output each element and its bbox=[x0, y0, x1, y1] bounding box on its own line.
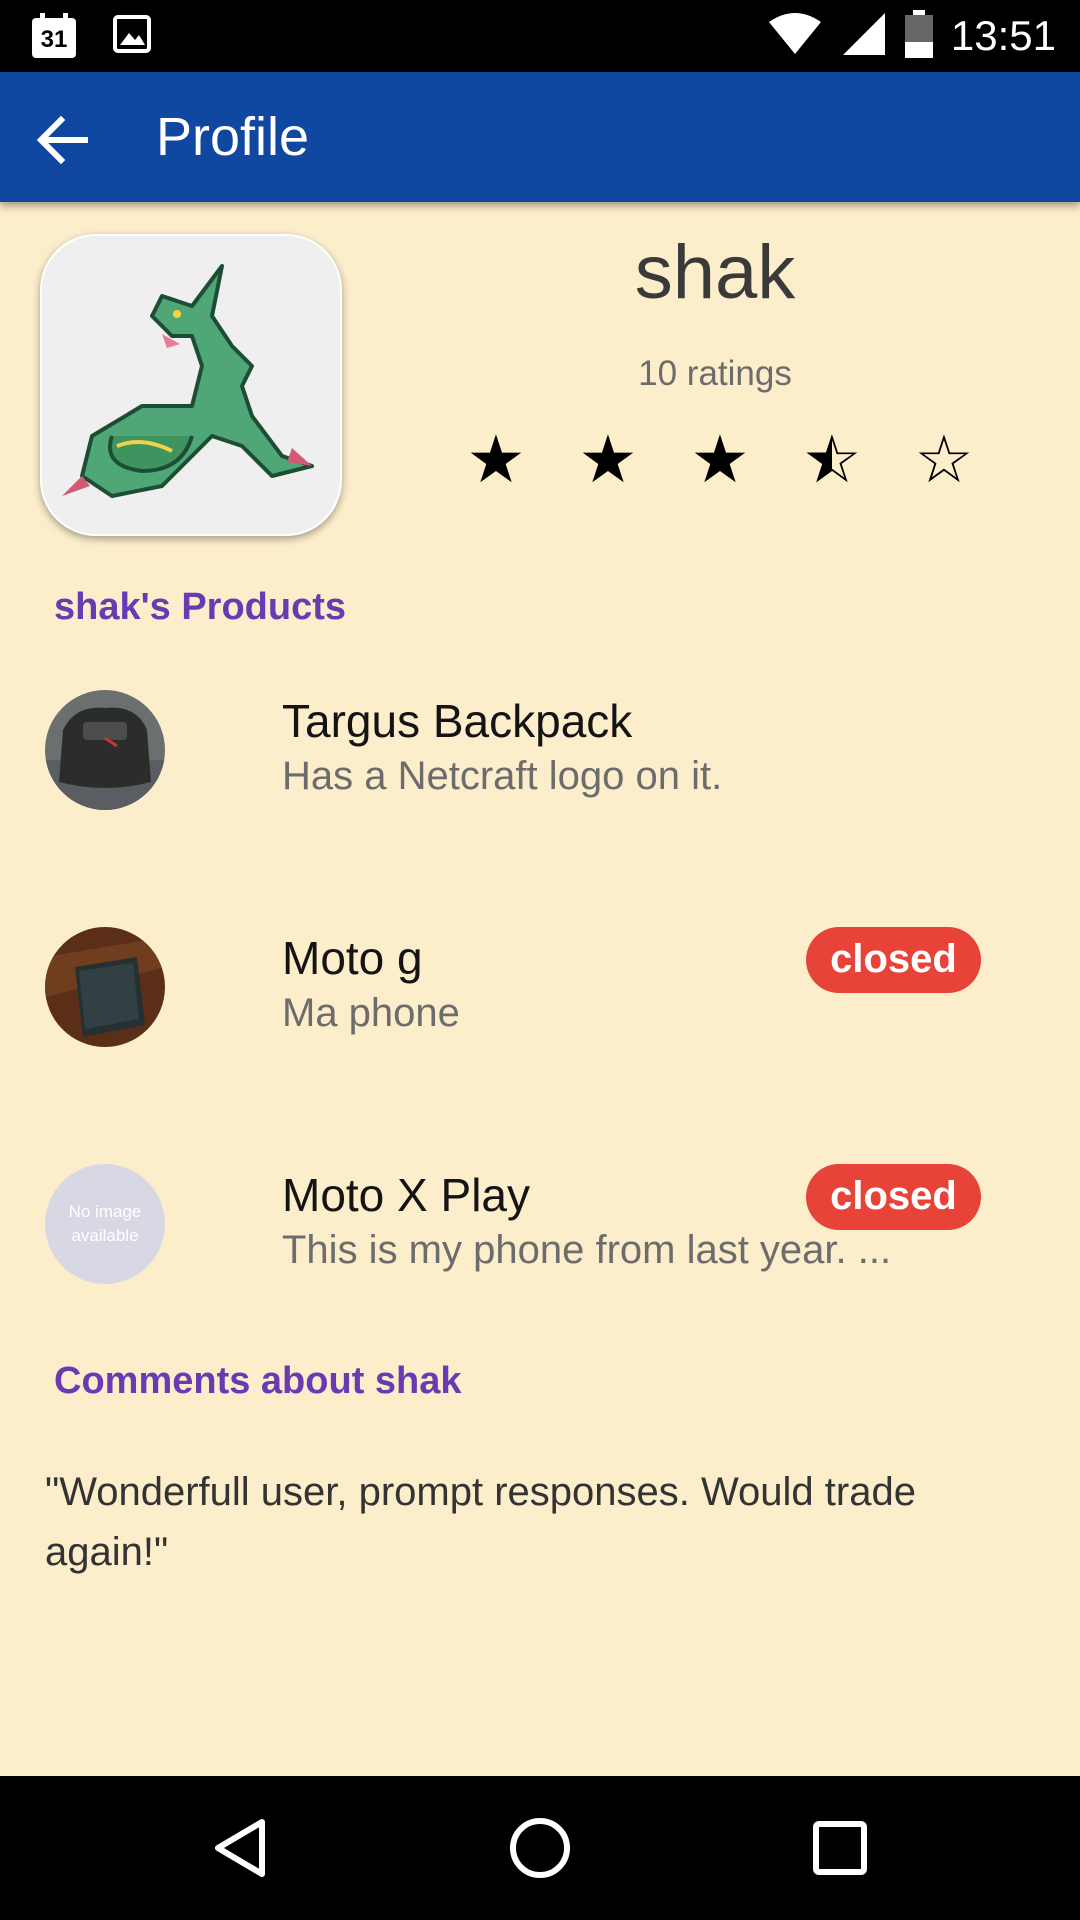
signal-icon bbox=[841, 11, 887, 62]
nav-home-button[interactable] bbox=[504, 1812, 576, 1884]
products-section-title: shak's Products bbox=[54, 586, 347, 628]
comments-section-title: Comments about shak bbox=[54, 1360, 462, 1402]
status-badge: closed bbox=[806, 927, 981, 993]
back-button[interactable] bbox=[30, 107, 96, 173]
star-empty-icon: ☆ bbox=[914, 421, 974, 498]
arrow-left-icon bbox=[36, 115, 88, 165]
product-thumbnail bbox=[45, 927, 165, 1047]
star-half-icon: ☆★ bbox=[802, 421, 862, 498]
product-name: Moto X Play bbox=[282, 1169, 530, 1221]
product-name: Moto g bbox=[282, 932, 423, 984]
star-filled-icon: ★ bbox=[466, 421, 526, 498]
status-time: 13:51 bbox=[950, 12, 1056, 59]
star-filled-icon: ★ bbox=[690, 421, 750, 498]
app-bar: Profile bbox=[0, 72, 1080, 202]
dragon-avatar-image bbox=[62, 264, 314, 498]
profile-username: shak bbox=[634, 230, 796, 315]
product-name: Targus Backpack bbox=[282, 695, 633, 747]
product-row[interactable]: No image available Moto X Play This is m… bbox=[0, 1164, 1080, 1354]
product-row[interactable]: Moto g Ma phone closed bbox=[0, 927, 1080, 1117]
rating-stars: ★ ★ ★ ☆★ ☆ bbox=[440, 420, 1000, 500]
battery-icon bbox=[904, 9, 933, 63]
square-recents-icon bbox=[813, 1821, 867, 1875]
image-icon bbox=[112, 14, 152, 59]
wifi-icon bbox=[767, 12, 823, 61]
nav-recents-button[interactable] bbox=[804, 1812, 876, 1884]
status-badge: closed bbox=[806, 1164, 981, 1230]
triangle-back-icon bbox=[215, 1819, 265, 1877]
no-image-text: No image available bbox=[68, 1202, 142, 1245]
navigation-bar bbox=[0, 1776, 1080, 1920]
product-row[interactable]: Targus Backpack Has a Netcraft logo on i… bbox=[0, 690, 1080, 880]
page-title: Profile bbox=[156, 107, 310, 167]
nav-back-button[interactable] bbox=[204, 1812, 276, 1884]
star-filled-icon: ★ bbox=[578, 421, 638, 498]
status-bar: 31 13:51 bbox=[0, 0, 1080, 72]
profile-avatar bbox=[40, 234, 342, 536]
ratings-count: 10 ratings bbox=[638, 354, 792, 393]
product-thumbnail bbox=[45, 690, 165, 810]
calendar-icon: 31 bbox=[30, 12, 78, 60]
calendar-day: 31 bbox=[40, 26, 68, 53]
product-description: Ma phone bbox=[282, 991, 460, 1035]
product-description: Has a Netcraft logo on it. bbox=[282, 754, 723, 798]
product-description: This is my phone from last year. ... bbox=[282, 1228, 892, 1272]
comment-text: "Wonderfull user, prompt responses. Woul… bbox=[45, 1470, 916, 1574]
circle-home-icon bbox=[510, 1818, 570, 1878]
no-image-placeholder: No image available bbox=[45, 1164, 165, 1284]
